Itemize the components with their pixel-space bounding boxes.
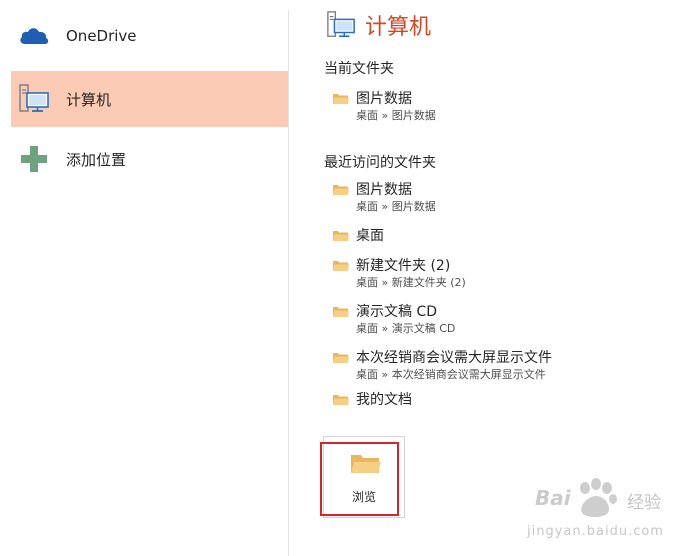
folder-path: 桌面 » 本次经销商会议需大屏显示文件: [356, 368, 546, 381]
folder-item[interactable]: 桌面: [333, 225, 663, 245]
folder-item[interactable]: 本次经销商会议需大屏显示文件 桌面 » 本次经销商会议需大屏显示文件: [333, 347, 663, 383]
folder-path: 桌面 » 演示文稿 CD: [356, 322, 456, 335]
paw-logo-icon: [573, 478, 619, 524]
folder-name: 本次经销商会议需大屏显示文件: [356, 350, 552, 366]
browse-highlight-box: [320, 442, 399, 516]
folder-icon: [333, 303, 349, 317]
watermark-product: 经验: [627, 493, 661, 513]
nav-item-label: 计算机: [66, 90, 112, 109]
folder-item[interactable]: 图片数据 桌面 » 图片数据: [333, 179, 663, 215]
computer-icon: [326, 10, 356, 40]
baidu-watermark: Bai 经验 jingyan.baidu.com: [527, 474, 687, 550]
folder-name: 图片数据: [356, 182, 412, 198]
nav-item-label: 添加位置: [66, 150, 127, 169]
folder-name: 新建文件夹 (2): [356, 258, 451, 274]
nav-item-add-place[interactable]: 添加位置: [11, 131, 288, 187]
folder-path: 桌面 » 图片数据: [356, 109, 436, 122]
folder-icon: [333, 181, 349, 195]
section-heading-current: 当前文件夹: [324, 61, 394, 77]
page-title: 计算机: [365, 15, 432, 40]
folder-name: 我的文档: [356, 392, 412, 408]
save-as-page: OneDrive 计算机 添加位置 计算机 当前文件夹 图片数据 桌面 » 图片…: [0, 0, 693, 556]
pane-divider: [288, 10, 289, 556]
cloud-icon: [17, 19, 51, 53]
plus-icon: [17, 142, 51, 176]
folder-icon: [333, 90, 349, 104]
folder-name: 演示文稿 CD: [356, 304, 438, 320]
folder-icon: [333, 391, 349, 405]
folder-item[interactable]: 演示文稿 CD 桌面 » 演示文稿 CD: [333, 301, 663, 337]
watermark-brand: Bai: [535, 486, 571, 510]
watermark-url: jingyan.baidu.com: [527, 524, 664, 539]
folder-path: 桌面 » 图片数据: [356, 200, 436, 213]
nav-item-onedrive[interactable]: OneDrive: [11, 8, 288, 64]
folder-item[interactable]: 新建文件夹 (2) 桌面 » 新建文件夹 (2): [333, 255, 663, 291]
folder-icon: [333, 227, 349, 241]
computer-icon: [17, 82, 51, 116]
nav-item-computer[interactable]: 计算机: [11, 71, 288, 127]
folder-icon: [333, 257, 349, 271]
section-heading-recent: 最近访问的文件夹: [324, 155, 436, 171]
folder-name: 桌面: [356, 228, 384, 244]
folder-icon: [333, 349, 349, 363]
folder-path: 桌面 » 新建文件夹 (2): [356, 276, 466, 289]
location-nav: OneDrive 计算机 添加位置: [0, 0, 289, 556]
nav-item-label: OneDrive: [66, 27, 137, 45]
folder-name: 图片数据: [356, 91, 412, 107]
folder-item[interactable]: 图片数据 桌面 » 图片数据: [333, 88, 663, 124]
folder-item[interactable]: 我的文档: [333, 389, 663, 409]
